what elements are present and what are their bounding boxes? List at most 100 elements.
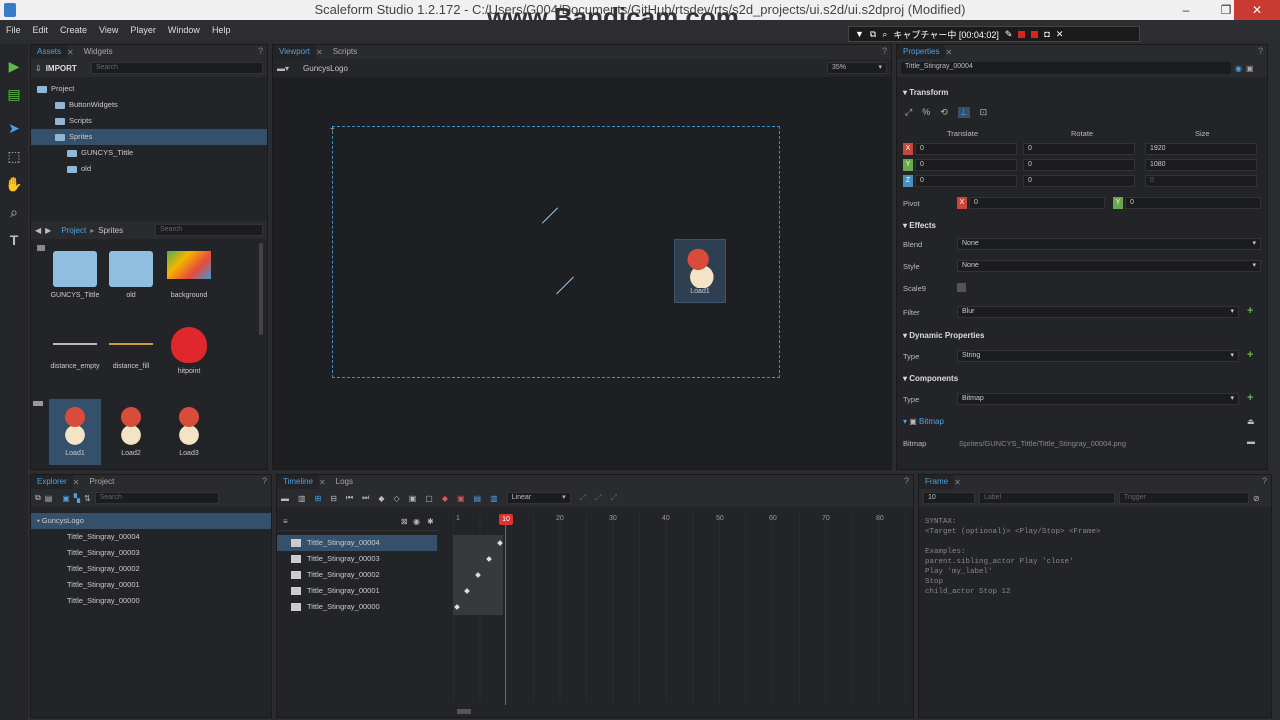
timeline-row[interactable]: Tittle_Stingray_00000 [277, 599, 437, 615]
duplicate-layer-icon[interactable]: ⊟ [330, 494, 337, 503]
translate-z-field[interactable]: 0 [915, 175, 1017, 187]
browse-folder-icon[interactable]: ▬ [1247, 437, 1255, 446]
clear-frame-icon[interactable]: ▣ [457, 494, 465, 503]
forward-icon[interactable]: ▶ [45, 226, 51, 235]
folder-icon[interactable]: ▬ [281, 494, 289, 503]
rotate-x-field[interactable]: 0 [1023, 143, 1135, 155]
frame-label-field[interactable]: Label [979, 492, 1115, 504]
tween-icon[interactable]: ▤ [474, 494, 482, 503]
menu-file[interactable]: File [6, 25, 21, 35]
timeline-hscroll[interactable] [457, 709, 471, 714]
blend-select[interactable]: None ▾ [957, 238, 1261, 250]
asset-distance-fill[interactable]: distance_fill [105, 327, 157, 371]
grid-scrollbar[interactable] [259, 243, 263, 335]
layer-menu-icon[interactable]: ≡ [283, 517, 288, 526]
tab-close-icon[interactable]: ✕ [945, 48, 952, 57]
grid-search-input[interactable]: Search [155, 224, 263, 236]
zoom-select[interactable]: 35% ▾ [827, 62, 887, 74]
timeline-row[interactable]: Tittle_Stingray_00004 [277, 535, 437, 551]
style-select[interactable]: None ▾ [957, 260, 1261, 272]
pause-icon[interactable] [1018, 30, 1026, 38]
explorer-item[interactable]: Tittle_Stingray_00000 [67, 593, 140, 609]
explorer-search-input[interactable]: Search [94, 492, 219, 504]
select-tool-icon[interactable]: ➤ [4, 118, 24, 138]
assets-search-input[interactable]: Search [90, 62, 263, 74]
explorer-item[interactable]: Tittle_Stingray_00001 [67, 577, 140, 593]
menu-edit[interactable]: Edit [33, 25, 49, 35]
add-layer-icon[interactable]: ⊞ [315, 494, 322, 503]
node-name-field[interactable]: Tittle_Stingray_00004 [901, 62, 1231, 74]
clear-icon[interactable]: ⊘ [1253, 494, 1260, 503]
tab-close-icon[interactable]: ✕ [319, 478, 326, 487]
section-transform[interactable]: ▾ Transform [903, 88, 948, 97]
help-icon[interactable]: ? [882, 46, 887, 56]
stop-icon[interactable] [1031, 30, 1039, 38]
dropdown-icon[interactable]: ▼ [855, 29, 864, 39]
add-component-icon[interactable]: + [1247, 392, 1253, 404]
section-effects[interactable]: ▾ Effects [903, 221, 936, 230]
menu-create[interactable]: Create [60, 25, 87, 35]
rotate-icon[interactable]: ⟲ [940, 107, 948, 118]
copy-icon[interactable]: ⧉ [35, 493, 41, 503]
breadcrumb-project[interactable]: Project [61, 226, 86, 235]
explorer-item[interactable]: Tittle_Stingray_00002 [67, 561, 140, 577]
remove-component-icon[interactable]: ⏏ [1247, 417, 1255, 426]
asset-guncys-tittle[interactable]: GUNCYS_Tittle [49, 251, 101, 300]
ease-select[interactable]: Linear ▾ [506, 492, 571, 504]
tab-project[interactable]: Project [84, 475, 121, 489]
playhead-marker[interactable]: 10 [499, 514, 513, 525]
tab-viewport[interactable]: Viewport [273, 45, 316, 59]
remove-frame-icon[interactable]: ▢ [425, 494, 433, 503]
curve-icon[interactable]: ⤢ [610, 493, 616, 503]
translate-x-field[interactable]: 0 [915, 143, 1017, 155]
help-icon[interactable]: ? [262, 476, 267, 486]
menu-help[interactable]: Help [212, 25, 231, 35]
help-icon[interactable]: ? [904, 476, 909, 486]
load1-sprite[interactable]: Load1 [674, 239, 726, 303]
add-filter-icon[interactable]: + [1247, 305, 1253, 317]
curve-icon[interactable]: ⤢ [580, 493, 586, 503]
tab-close-icon[interactable]: ✕ [67, 48, 74, 57]
tree-item-project[interactable]: Project [37, 81, 267, 97]
last-frame-icon[interactable]: ⏭ [362, 493, 369, 503]
asset-load1[interactable]: Load1 [49, 399, 101, 465]
tab-explorer[interactable]: Explorer [31, 475, 73, 489]
tab-logs[interactable]: Logs [330, 475, 359, 489]
close-button[interactable]: ✕ [1234, 0, 1280, 20]
scale9-checkbox[interactable] [957, 283, 966, 292]
explorer-root[interactable]: ▪ GuncysLogo [31, 513, 271, 529]
tree-item-scripts[interactable]: Scripts [55, 113, 267, 129]
rotate-z-field[interactable]: 0 [1023, 175, 1135, 187]
explorer-item[interactable]: Tittle_Stingray_00003 [67, 545, 140, 561]
settings-icon[interactable]: ✱ [427, 517, 434, 526]
timeline-row[interactable]: Tittle_Stingray_00002 [277, 567, 437, 583]
menu-view[interactable]: View [99, 25, 118, 35]
bitmap-component-header[interactable]: ▾ ▣ Bitmap [903, 417, 944, 426]
window-icon[interactable]: ⧉ [870, 29, 876, 40]
tween-remove-icon[interactable]: ▥ [490, 494, 498, 503]
play-scene-icon[interactable]: ▤ [4, 84, 24, 104]
translate-y-field[interactable]: 0 [915, 159, 1017, 171]
camera-icon[interactable]: ◘ [1044, 29, 1049, 39]
magnify-icon[interactable]: ⌕ [882, 29, 887, 40]
menu-window[interactable]: Window [168, 25, 200, 35]
tab-frame[interactable]: Frame [919, 475, 955, 489]
play-icon[interactable]: ▶ [4, 56, 24, 76]
paste-icon[interactable]: ▤ [45, 494, 53, 503]
scene-icon[interactable]: ▬▾ [277, 64, 289, 73]
bounds-icon[interactable]: ⊡ [980, 107, 988, 118]
thumb-size-slider[interactable] [33, 401, 43, 406]
pivot-icon[interactable]: ⊥ [957, 107, 970, 118]
section-components[interactable]: ▾ Components [903, 374, 958, 383]
help-icon[interactable]: ? [1262, 476, 1267, 486]
tree-item-sprites[interactable]: Sprites [31, 129, 267, 145]
rotate-y-field[interactable]: 0 [1023, 159, 1135, 171]
visibility-all-icon[interactable]: ◉ [413, 517, 420, 526]
help-icon[interactable]: ? [1258, 46, 1263, 56]
asset-load3[interactable]: Load3 [163, 399, 215, 458]
breadcrumb-sprites[interactable]: Sprites [98, 226, 123, 235]
add-child-icon[interactable]: ▚ [74, 494, 80, 503]
hand-tool-icon[interactable]: ✋ [4, 174, 24, 194]
section-dynamic-properties[interactable]: ▾ Dynamic Properties [903, 331, 984, 340]
explorer-item[interactable]: Tittle_Stingray_00004 [67, 529, 140, 545]
